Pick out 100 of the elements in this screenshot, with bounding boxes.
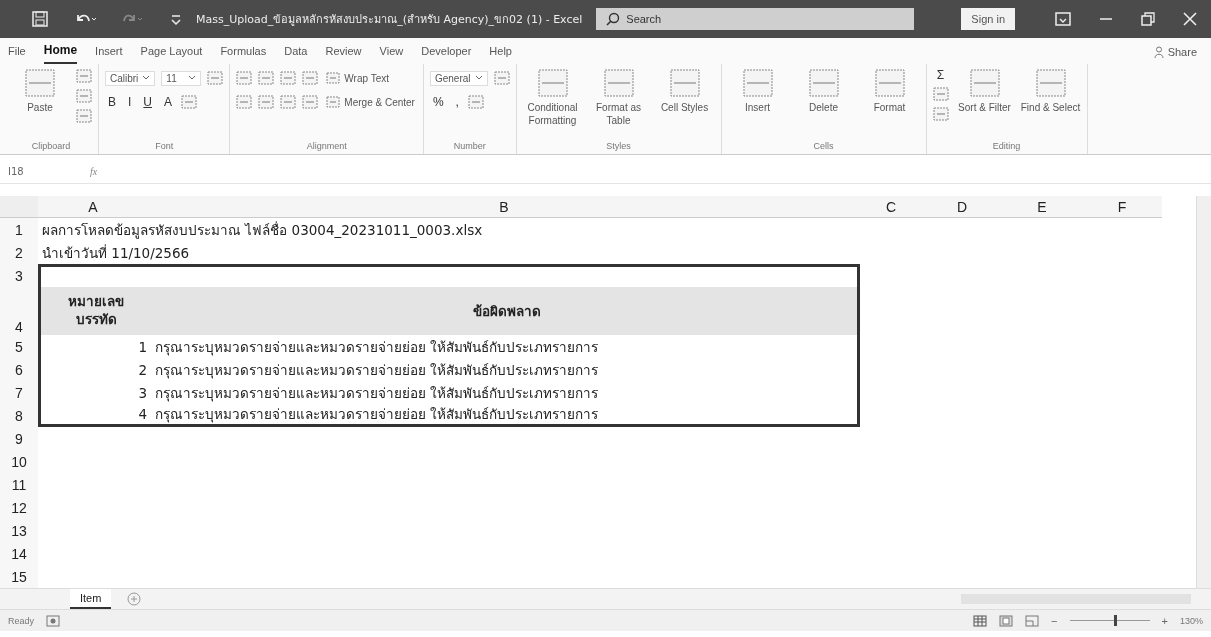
ribbon-button[interactable]: Format as Table — [588, 68, 649, 127]
row-header[interactable]: 7 — [0, 381, 38, 404]
dropdown-field[interactable]: General — [429, 70, 488, 86]
autosum-button[interactable]: Σ — [932, 68, 949, 82]
ribbon-button[interactable]: Paste — [10, 68, 70, 114]
ribbon-tab[interactable]: Developer — [421, 41, 472, 64]
column-header[interactable]: B — [148, 196, 860, 218]
command-icon[interactable] — [537, 68, 568, 98]
normal-view-icon[interactable] — [973, 614, 988, 627]
command-icon[interactable] — [1035, 68, 1066, 98]
ribbon-button[interactable]: Insert — [727, 68, 788, 114]
command-icon[interactable] — [258, 70, 275, 86]
ribbon-tab[interactable]: Insert — [95, 41, 123, 64]
command-icon[interactable] — [258, 94, 275, 110]
sign-in-button[interactable]: Sign in — [961, 8, 1015, 30]
column-header[interactable]: E — [1002, 196, 1082, 218]
command-icon[interactable] — [932, 86, 949, 102]
row-header[interactable]: 11 — [0, 473, 38, 496]
column-header[interactable]: A — [38, 196, 148, 218]
command-icon[interactable] — [76, 88, 92, 104]
zoom-thumb[interactable] — [1113, 615, 1117, 626]
row-header[interactable]: 6 — [0, 358, 38, 381]
restore-icon[interactable] — [1141, 12, 1155, 26]
command-icon[interactable] — [326, 71, 341, 85]
command-icon[interactable] — [969, 68, 1000, 98]
row-header[interactable]: 3 — [0, 264, 38, 287]
close-icon[interactable] — [1183, 12, 1197, 26]
command-icon[interactable] — [302, 94, 319, 110]
command-icon[interactable] — [236, 70, 253, 86]
command-icon[interactable] — [280, 94, 297, 110]
command-icon[interactable] — [280, 70, 297, 86]
macro-record-icon[interactable] — [46, 614, 60, 627]
command-icon[interactable] — [493, 70, 510, 86]
column-header[interactable]: D — [922, 196, 1002, 218]
command-icon[interactable] — [302, 70, 319, 86]
ribbon-tab[interactable]: Help — [489, 41, 512, 64]
ribbon-button[interactable]: Cell Styles — [654, 68, 715, 114]
percent-style-button[interactable]: % — [429, 95, 447, 109]
command-icon[interactable] — [874, 68, 905, 98]
dropdown-field[interactable]: Calibri — [105, 70, 156, 86]
function-button[interactable]: fx — [90, 165, 98, 177]
row-header[interactable]: 14 — [0, 542, 38, 565]
command-icon[interactable] — [76, 68, 92, 84]
ribbon-tab[interactable]: Page Layout — [140, 41, 203, 64]
command-icon[interactable] — [932, 106, 949, 122]
save-icon[interactable] — [32, 11, 48, 27]
ribbon-button[interactable]: Merge & Center — [324, 95, 417, 109]
command-icon[interactable] — [669, 68, 700, 98]
zoom-out-button[interactable]: − — [1051, 614, 1058, 627]
underline-button[interactable]: U — [140, 95, 156, 109]
row-header[interactable]: 10 — [0, 450, 38, 473]
row-header[interactable]: 15 — [0, 565, 38, 588]
row-header[interactable]: 1 — [0, 218, 38, 241]
ribbon-tab[interactable]: Formulas — [220, 41, 267, 64]
name-box[interactable]: I18 — [0, 165, 78, 177]
ribbon-display-icon[interactable] — [1055, 12, 1071, 26]
add-sheet-icon[interactable] — [127, 592, 142, 606]
row-header[interactable]: 2 — [0, 241, 38, 264]
dropdown-field[interactable]: 11 — [161, 70, 202, 86]
bold-button[interactable]: B — [105, 95, 119, 109]
command-icon[interactable] — [326, 95, 341, 109]
row-header[interactable]: 12 — [0, 496, 38, 519]
ribbon-tab[interactable]: Review — [325, 41, 362, 64]
ribbon-button[interactable]: Sort & Filter — [954, 68, 1015, 114]
command-icon[interactable] — [742, 68, 773, 98]
comma-style-button[interactable]: , — [452, 95, 462, 109]
ribbon-button[interactable]: Format — [859, 68, 920, 114]
command-icon[interactable] — [25, 68, 55, 98]
command-icon[interactable] — [603, 68, 634, 98]
font-color-button[interactable]: A — [161, 95, 176, 109]
ribbon-tab[interactable]: Data — [284, 41, 308, 64]
sheet-tab[interactable]: Item — [70, 589, 112, 609]
command-icon[interactable] — [236, 94, 253, 110]
zoom-in-button[interactable]: + — [1161, 614, 1168, 627]
row-header[interactable]: 8 — [0, 404, 38, 427]
search-field[interactable]: Search — [596, 8, 915, 30]
row-header[interactable]: 4 — [0, 287, 38, 335]
page-layout-icon[interactable] — [999, 614, 1014, 627]
command-icon[interactable] — [467, 94, 484, 110]
row-header[interactable]: 13 — [0, 519, 38, 542]
row-header[interactable]: 5 — [0, 335, 38, 358]
page-break-icon[interactable] — [1025, 614, 1040, 627]
ribbon-button[interactable]: Wrap Text — [324, 71, 391, 85]
ribbon-button[interactable]: Delete — [793, 68, 854, 114]
ribbon-button[interactable]: Conditional Formatting — [522, 68, 583, 127]
ribbon-button[interactable]: Find & Select — [1020, 68, 1081, 114]
select-all-corner[interactable] — [0, 196, 38, 218]
ribbon-tab[interactable]: File — [8, 41, 26, 64]
ribbon-tab[interactable]: View — [379, 41, 404, 64]
zoom-level[interactable]: 130% — [1179, 615, 1203, 626]
vertical-scrollbar[interactable] — [1196, 196, 1211, 588]
column-header[interactable]: C — [860, 196, 922, 218]
command-icon[interactable] — [181, 94, 198, 110]
row-header[interactable]: 9 — [0, 427, 38, 450]
share-button[interactable]: Share — [1139, 42, 1211, 64]
command-icon[interactable] — [76, 108, 92, 124]
command-icon[interactable] — [207, 70, 224, 86]
command-icon[interactable] — [808, 68, 839, 98]
column-header[interactable]: F — [1082, 196, 1162, 218]
italic-button[interactable]: I — [125, 95, 135, 109]
